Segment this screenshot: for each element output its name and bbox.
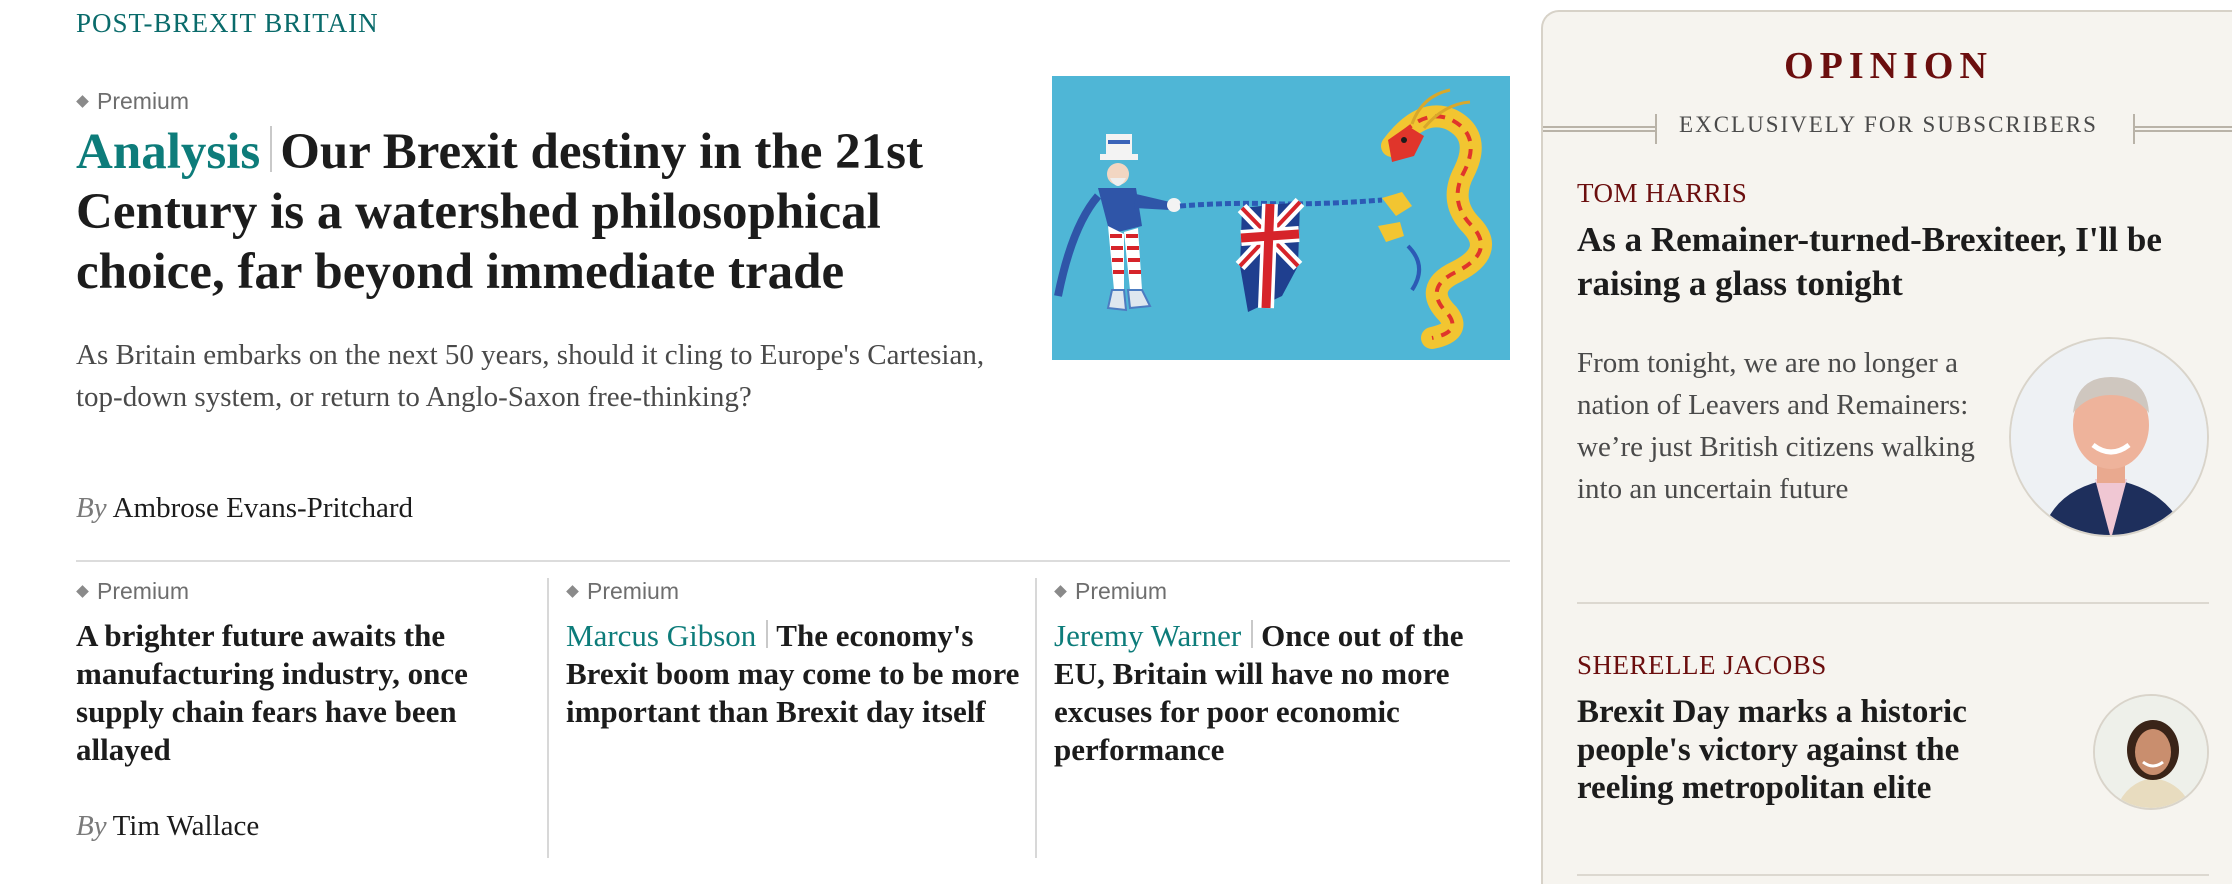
sub3-premium-tag: Premium (1054, 578, 1515, 605)
lead-kicker[interactable]: Analysis (76, 124, 260, 180)
section-label[interactable]: POST-BREXIT BRITAIN (76, 8, 379, 39)
lead-author-link[interactable]: Ambrose Evans-Pritchard (113, 492, 413, 524)
opinion-divider (1577, 602, 2209, 604)
sub-story-3[interactable]: Premium Jeremy Warner Once out of the EU,… (1035, 578, 1515, 858)
opinion-subtitle-row: EXCLUSIVELY FOR SUBSCRIBERS (1543, 112, 2232, 144)
sub3-headline-link[interactable]: Jeremy Warner Once out of the EU, Britain… (1054, 617, 1515, 769)
premium-label: Premium (97, 88, 190, 114)
opinion-avatar-1[interactable] (2009, 337, 2209, 537)
byline-prefix: By (76, 492, 107, 524)
main-divider (76, 560, 1510, 562)
opinion-author-1[interactable]: TOM HARRIS (1577, 178, 1747, 209)
kicker-separator (766, 620, 769, 649)
premium-diamond-icon (76, 585, 89, 598)
lead-byline: By Ambrose Evans-Pritchard (76, 492, 413, 525)
premium-diamond-icon (76, 95, 89, 108)
opinion-title[interactable]: OPINION (1543, 44, 2232, 88)
sub-story-1[interactable]: Premium A brighter future awaits the man… (76, 578, 546, 858)
sub1-headline-link[interactable]: A brighter future awaits the manufacturi… (76, 617, 546, 769)
author-portrait-icon (2011, 339, 2207, 535)
premium-label: Premium (1075, 578, 1168, 604)
opinion-headline-1[interactable]: As a Remainer-turned-Brexiteer, I'll be … (1577, 218, 2217, 306)
lead-headline-link[interactable]: Analysis Our Brexit destiny in the 21st C… (76, 122, 1006, 302)
sub3-kicker[interactable]: Jeremy Warner (1054, 618, 1241, 653)
lead-standfirst: As Britain embarks on the next 50 years,… (76, 339, 985, 413)
sub-story-2[interactable]: Premium Marcus Gibson The economy's Brexi… (547, 578, 1035, 858)
decorative-rule-right (2135, 126, 2232, 132)
lead-premium-tag: Premium (76, 88, 189, 115)
union-flag (1235, 197, 1305, 312)
sub2-premium-tag: Premium (566, 578, 1035, 605)
premium-diamond-icon (566, 585, 579, 598)
opinion-author-2[interactable]: SHERELLE JACOBS (1577, 650, 1827, 681)
sub1-author-link[interactable]: Tim Wallace (113, 810, 260, 842)
sub2-kicker[interactable]: Marcus Gibson (566, 618, 756, 653)
author-portrait-icon (2095, 696, 2207, 808)
premium-label: Premium (587, 578, 680, 604)
sub2-headline-link[interactable]: Marcus Gibson The economy's Brexit boom m… (566, 617, 1035, 731)
kicker-separator (270, 126, 273, 173)
opinion-panel: OPINION EXCLUSIVELY FOR SUBSCRIBERS TOM … (1541, 10, 2232, 884)
opinion-standfirst-1: From tonight, we are no longer a nation … (1577, 347, 1975, 505)
uncle-sam-figure (1054, 134, 1181, 312)
kicker-separator (1251, 620, 1254, 649)
opinion-headline-2[interactable]: Brexit Day marks a historic people's vic… (1577, 693, 2017, 807)
premium-label: Premium (97, 578, 190, 604)
opinion-divider (1577, 874, 2209, 876)
lead-image[interactable] (1052, 76, 1510, 360)
sub1-premium-tag: Premium (76, 578, 546, 605)
chinese-dragon (1378, 88, 1492, 349)
opinion-subtitle: EXCLUSIVELY FOR SUBSCRIBERS (1679, 112, 2098, 137)
sub1-byline: By Tim Wallace (76, 810, 259, 843)
premium-diamond-icon (1054, 585, 1067, 598)
byline-prefix: By (76, 810, 107, 842)
opinion-avatar-2[interactable] (2093, 694, 2209, 810)
tug-of-war-illustration-icon (1054, 88, 1492, 349)
